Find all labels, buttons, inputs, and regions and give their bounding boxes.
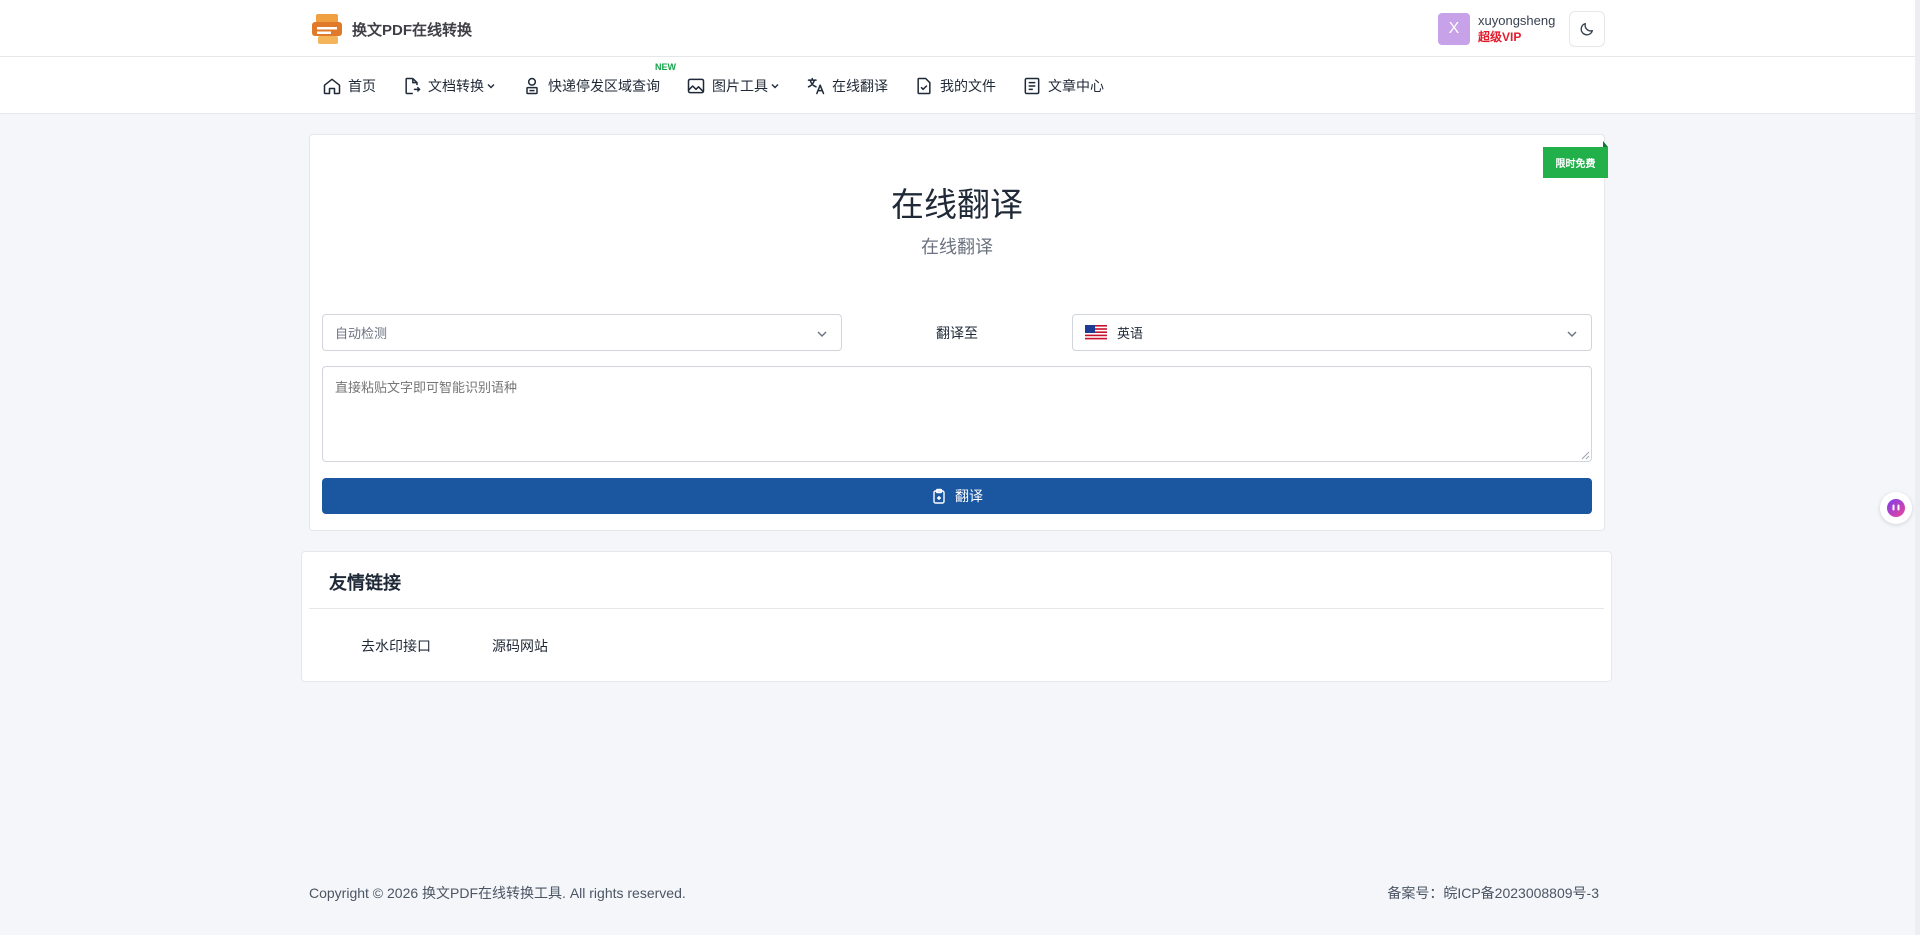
moon-icon bbox=[1580, 23, 1593, 36]
brand[interactable]: 换文PDF在线转换 bbox=[310, 12, 472, 46]
page-subtitle: 在线翻译 bbox=[921, 237, 993, 257]
translate-icon bbox=[807, 77, 825, 94]
vip-badge: 超级VIP bbox=[1478, 30, 1522, 44]
brand-logo-icon bbox=[312, 14, 342, 44]
source-language-select[interactable]: 自动检测 bbox=[322, 314, 842, 351]
user-menu[interactable]: X xuyongsheng 超级VIP bbox=[1438, 13, 1555, 45]
target-language-value: 英语 bbox=[1117, 326, 1144, 341]
footer-icp[interactable]: 备案号：皖ICP备2023008809号-3 bbox=[1387, 883, 1599, 903]
top-header: 换文PDF在线转换 X xuyongsheng 超级VIP bbox=[0, 0, 1920, 57]
nav-label: 快递停发区域查询 bbox=[548, 77, 660, 94]
avatar[interactable]: X bbox=[1438, 13, 1470, 45]
assistant-widget[interactable] bbox=[1880, 492, 1912, 524]
target-language-select[interactable]: 英语 bbox=[1072, 314, 1592, 351]
page-title: 在线翻译 bbox=[891, 186, 1023, 223]
footer-copyright: Copyright © 2026 换文PDF在线转换工具. All rights… bbox=[309, 885, 686, 901]
nav-label: 图片工具 bbox=[712, 77, 768, 94]
nav-label: 文档转换 bbox=[428, 77, 484, 94]
user-info: xuyongsheng 超级VIP bbox=[1478, 13, 1555, 45]
main-nav: 首页 文档转换 快递停发区域查询 NEW 图片工具 在线翻译 我的文件 文章中心 bbox=[0, 57, 1920, 114]
file-check-icon bbox=[917, 77, 931, 94]
nav-item-document-convert[interactable]: 文档转换 bbox=[402, 76, 496, 96]
new-badge: NEW bbox=[655, 61, 676, 72]
resize-grip-icon[interactable] bbox=[1581, 451, 1590, 460]
nav-list: 首页 文档转换 快递停发区域查询 NEW 图片工具 在线翻译 我的文件 文章中心 bbox=[322, 57, 1130, 114]
chevron-down-icon bbox=[817, 331, 827, 337]
nav-item-image-tools[interactable]: 图片工具 bbox=[686, 76, 780, 96]
article-icon bbox=[1024, 77, 1040, 94]
nav-item-my-files[interactable]: 我的文件 bbox=[914, 76, 996, 96]
translate-button-label: 翻译 bbox=[955, 488, 983, 504]
friend-link[interactable]: 源码网站 bbox=[492, 636, 548, 656]
translate-button[interactable]: 翻译 bbox=[322, 478, 1592, 514]
assistant-icon bbox=[1887, 499, 1905, 517]
divider bbox=[309, 608, 1604, 609]
us-flag-icon bbox=[1085, 325, 1107, 340]
file-convert-icon bbox=[405, 77, 421, 94]
source-text-input[interactable] bbox=[322, 366, 1592, 462]
nav-label: 我的文件 bbox=[940, 77, 996, 94]
nav-item-online-translate[interactable]: 在线翻译 bbox=[806, 76, 888, 96]
chevron-down-icon bbox=[771, 83, 779, 88]
nav-item-express-query[interactable]: 快递停发区域查询 NEW bbox=[522, 62, 676, 96]
source-language-value: 自动检测 bbox=[335, 326, 388, 341]
nav-item-article-center[interactable]: 文章中心 bbox=[1022, 76, 1104, 96]
chevron-down-icon bbox=[487, 83, 495, 88]
friend-link[interactable]: 去水印接口 bbox=[361, 636, 431, 656]
translate-to-label: 翻译至 bbox=[936, 324, 978, 341]
free-ribbon: 限时免费 bbox=[1543, 147, 1608, 178]
nav-label: 文章中心 bbox=[1048, 77, 1104, 94]
chevron-down-icon bbox=[1567, 331, 1577, 337]
nav-label: 首页 bbox=[348, 77, 376, 94]
nav-label: 在线翻译 bbox=[832, 77, 888, 94]
nav-item-home[interactable]: 首页 bbox=[322, 76, 376, 96]
theme-toggle-button[interactable] bbox=[1569, 11, 1605, 47]
friendly-links-title: 友情链接 bbox=[329, 573, 401, 593]
image-icon bbox=[687, 78, 705, 93]
page-scrollbar[interactable] bbox=[1915, 0, 1920, 935]
home-icon bbox=[323, 78, 341, 94]
user-package-icon bbox=[526, 77, 538, 94]
friendly-links-card bbox=[301, 551, 1612, 682]
username: xuyongsheng bbox=[1478, 13, 1556, 28]
brand-name: 换文PDF在线转换 bbox=[352, 21, 473, 39]
clipboard-icon bbox=[933, 488, 945, 504]
